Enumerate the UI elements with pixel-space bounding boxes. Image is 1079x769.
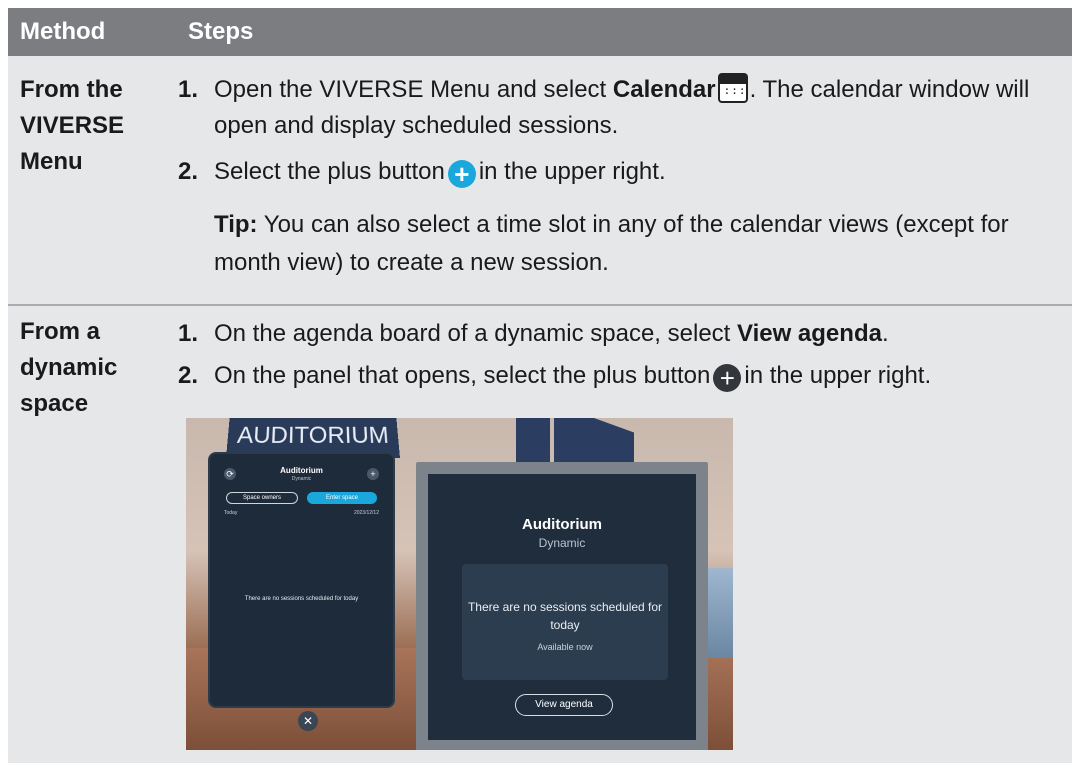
space-owners-button[interactable]: Space owners xyxy=(226,492,298,504)
vr-screenshot: AUDITORIUM ⟳ + Auditorium Dynamic Space … xyxy=(186,418,733,750)
close-icon[interactable]: ✕ xyxy=(298,711,318,731)
step-text-post: in the upper right. xyxy=(744,362,932,389)
step-text-post: . xyxy=(881,320,889,347)
tip-label: Tip: xyxy=(214,211,258,238)
no-sessions-message: There are no sessions scheduled for toda… xyxy=(467,600,663,632)
plus-icon: + xyxy=(713,364,742,392)
step-text: On the agenda board of a dynamic space, … xyxy=(214,316,1074,352)
panel-title: Auditorium xyxy=(280,466,323,475)
header-method: Method xyxy=(20,18,106,45)
step-bold: View agenda xyxy=(737,320,882,347)
today-label: Today xyxy=(224,510,238,516)
agenda-board-screen: Auditorium Dynamic There are no sessions… xyxy=(428,474,696,740)
calendar-icon: ::: xyxy=(717,73,748,103)
step-bold: Calendar xyxy=(612,76,716,103)
step-text-post: in the upper right. xyxy=(478,158,666,185)
date-label: 2023/12/12 xyxy=(353,510,379,516)
table-header: Method Steps xyxy=(8,8,1072,56)
board-subtitle: Dynamic xyxy=(538,536,586,550)
panel-subtitle: Dynamic xyxy=(291,476,312,482)
step-number: 1. xyxy=(178,76,199,103)
step-number: 2. xyxy=(178,362,199,389)
step-text-pre: On the panel that opens, select the plus… xyxy=(214,362,711,389)
method-cell: From a dynamic space xyxy=(20,318,118,417)
step-text: Select the plus button + in the upper righ… xyxy=(214,154,1074,190)
plus-icon: + xyxy=(447,160,476,188)
tip-text: You can also select a time slot in any o… xyxy=(214,211,1009,276)
step-number: 1. xyxy=(178,320,199,347)
method-cell: From the VIVERSE Menu xyxy=(20,76,125,175)
view-agenda-button[interactable]: View agenda xyxy=(515,694,613,716)
auditorium-banner: AUDITORIUM xyxy=(226,418,400,459)
step-text: Open the VIVERSE Menu and select Calenda… xyxy=(214,72,1074,144)
availability-text: Available now xyxy=(537,642,593,652)
calendar-panel: ⟳ + Auditorium Dynamic Space owners Ente… xyxy=(210,454,393,706)
empty-message: There are no sessions scheduled for toda… xyxy=(244,596,359,602)
step-text-pre: On the agenda board of a dynamic space, … xyxy=(214,320,737,347)
step-text-pre: Open the VIVERSE Menu and select xyxy=(214,76,613,103)
table-row: From a dynamic space 1. On the agenda bo… xyxy=(8,306,1072,763)
board-title: Auditorium xyxy=(522,516,602,533)
tip-note: Tip: You can also select a time slot in … xyxy=(214,206,1064,282)
table-row: From the VIVERSE Menu 1. Open the VIVERS… xyxy=(8,56,1072,306)
steps-table: Method Steps From the VIVERSE Menu 1. Op… xyxy=(8,8,1072,763)
step-number: 2. xyxy=(178,158,199,185)
enter-space-button[interactable]: Enter space xyxy=(307,492,377,504)
step-text-pre: Select the plus button xyxy=(214,158,445,185)
session-box: There are no sessions scheduled for toda… xyxy=(462,564,668,680)
agenda-board: Auditorium Dynamic There are no sessions… xyxy=(416,462,708,750)
header-steps: Steps xyxy=(188,18,254,45)
step-text: On the panel that opens, select the plus… xyxy=(214,358,1074,394)
